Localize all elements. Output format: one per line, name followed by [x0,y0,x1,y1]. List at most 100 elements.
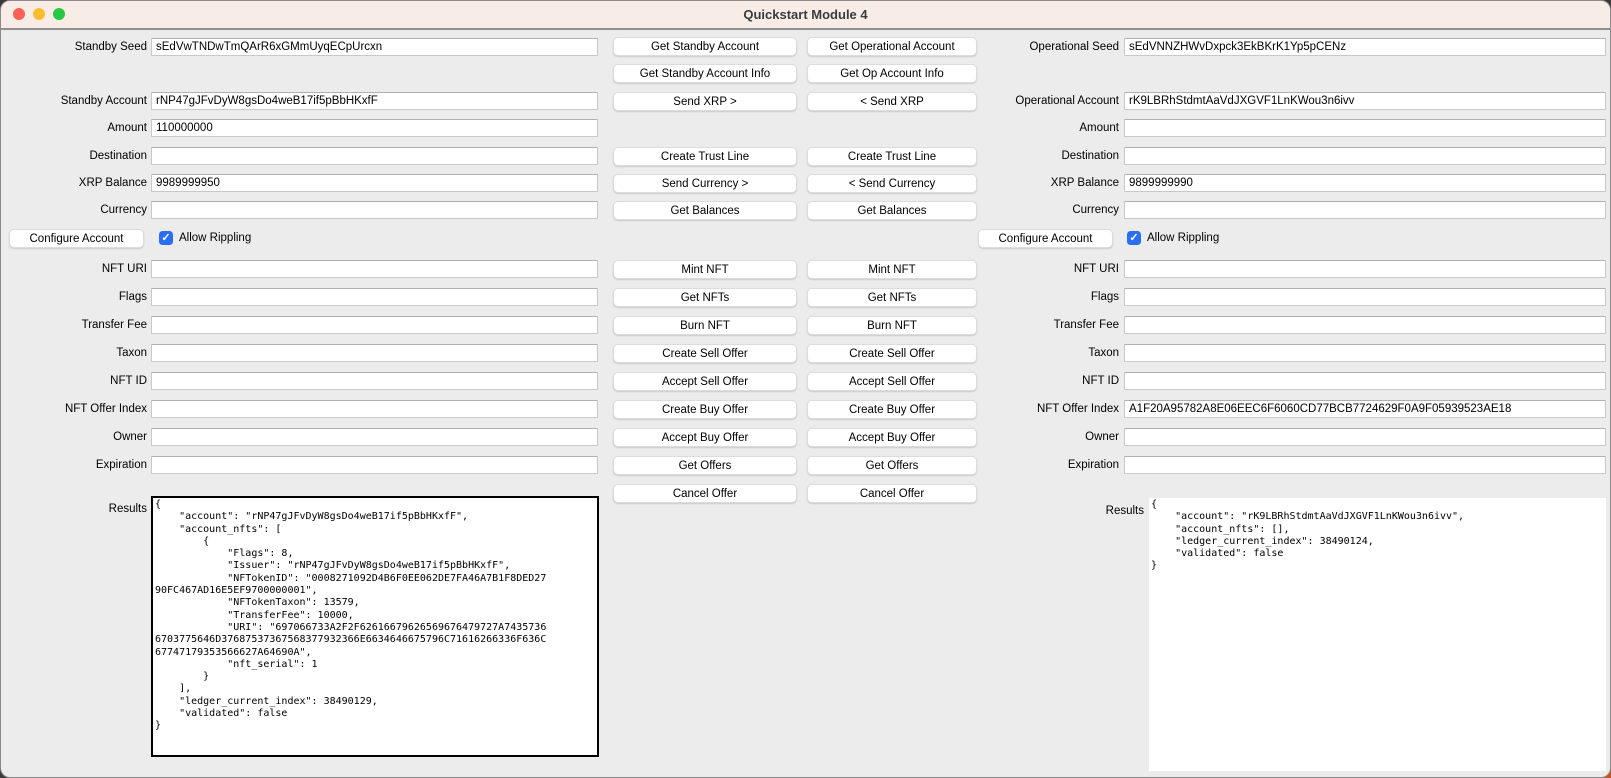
operational-expiration-label: Expiration [967,456,1119,474]
standby-flags-label: Flags [1,288,147,306]
standby-get-nfts-button[interactable]: Get NFTs [613,288,797,307]
standby-allow-rippling-label: Allow Rippling [179,230,251,248]
operational-results-label: Results [996,502,1144,520]
operational-send-currency-button[interactable]: < Send Currency [807,174,977,193]
standby-results-label: Results [1,500,147,518]
standby-transfer-fee-label: Transfer Fee [1,316,147,334]
operational-allow-rippling-label: Allow Rippling [1147,230,1219,248]
standby-owner-label: Owner [1,428,147,446]
standby-expiration-label: Expiration [1,456,147,474]
operational-get-nfts-button[interactable]: Get NFTs [807,288,977,307]
standby-standby-seed-input[interactable] [151,38,598,56]
standby-accept-buy-offer-button[interactable]: Accept Buy Offer [613,428,797,447]
operational-nft-uri-input[interactable] [1124,260,1606,278]
operational-accept-buy-offer-button[interactable]: Accept Buy Offer [807,428,977,447]
standby-nft-uri-input[interactable] [151,260,598,278]
standby-create-trust-line-button[interactable]: Create Trust Line [613,147,797,166]
operational-operational-account-label: Operational Account [967,92,1119,110]
operational-cancel-offer-button[interactable]: Cancel Offer [807,484,977,503]
standby-nft-uri-label: NFT URI [1,260,147,278]
operational-nft-id-label: NFT ID [967,372,1119,390]
operational-nft-offer-index-input[interactable] [1124,400,1606,418]
standby-taxon-label: Taxon [1,344,147,362]
operational-taxon-label: Taxon [967,344,1119,362]
standby-destination-input[interactable] [151,147,598,165]
standby-send-currency-button[interactable]: Send Currency > [613,174,797,193]
standby-burn-nft-button[interactable]: Burn NFT [613,316,797,335]
standby-currency-input[interactable] [151,201,598,219]
standby-flags-input[interactable] [151,288,598,306]
operational-nft-offer-index-label: NFT Offer Index [967,400,1119,418]
standby-destination-label: Destination [1,147,147,165]
operational-get-op-account-info-button[interactable]: Get Op Account Info [807,64,977,83]
operational-mint-nft-button[interactable]: Mint NFT [807,260,977,279]
standby-taxon-input[interactable] [151,344,598,362]
standby-send-xrp-button[interactable]: Send XRP > [613,92,797,111]
operational-currency-input[interactable] [1124,201,1606,219]
screen: Quickstart Module 4 Configure Account ✓ … [0,0,1611,778]
operational-operational-account-input[interactable] [1124,92,1606,110]
operational-nft-uri-label: NFT URI [967,260,1119,278]
standby-create-sell-offer-button[interactable]: Create Sell Offer [613,344,797,363]
standby-standby-account-input[interactable] [151,92,598,110]
standby-currency-label: Currency [1,201,147,219]
standby-results-text[interactable]: { "account": "rNP47gJFvDyW8gsDo4weB17if5… [151,496,599,757]
operational-taxon-input[interactable] [1124,344,1606,362]
operational-transfer-fee-label: Transfer Fee [967,316,1119,334]
checkmark-icon: ✓ [159,231,173,245]
operational-burn-nft-button[interactable]: Burn NFT [807,316,977,335]
operational-owner-input[interactable] [1124,428,1606,446]
operational-xrp-balance-label: XRP Balance [967,174,1119,192]
operational-create-buy-offer-button[interactable]: Create Buy Offer [807,400,977,419]
operational-operational-seed-label: Operational Seed [967,38,1119,56]
operational-transfer-fee-input[interactable] [1124,316,1606,334]
standby-get-standby-account-info-button[interactable]: Get Standby Account Info [613,64,797,83]
standby-standby-account-label: Standby Account [1,92,147,110]
operational-get-offers-button[interactable]: Get Offers [807,456,977,475]
standby-nft-offer-index-input[interactable] [151,400,598,418]
standby-xrp-balance-label: XRP Balance [1,174,147,192]
operational-allow-rippling-checkbox[interactable]: ✓ [1127,231,1141,245]
operational-expiration-input[interactable] [1124,456,1606,474]
operational-results-text[interactable]: { "account": "rK9LBRhStdmtAaVdJXGVF1LnKW… [1149,498,1606,771]
operational-xrp-balance-input[interactable] [1124,174,1606,192]
standby-nft-id-label: NFT ID [1,372,147,390]
quickstart-window: Quickstart Module 4 Configure Account ✓ … [0,0,1611,778]
operational-create-sell-offer-button[interactable]: Create Sell Offer [807,344,977,363]
operational-flags-input[interactable] [1124,288,1606,306]
standby-create-buy-offer-button[interactable]: Create Buy Offer [613,400,797,419]
operational-get-balances-button[interactable]: Get Balances [807,201,977,220]
standby-amount-input[interactable] [151,119,598,137]
operational-accept-sell-offer-button[interactable]: Accept Sell Offer [807,372,977,391]
operational-destination-input[interactable] [1124,147,1606,165]
standby-xrp-balance-input[interactable] [151,174,598,192]
standby-accept-sell-offer-button[interactable]: Accept Sell Offer [613,372,797,391]
operational-send-xrp-button[interactable]: < Send XRP [807,92,977,111]
operational-flags-label: Flags [967,288,1119,306]
standby-configure-account-button[interactable]: Configure Account [9,229,144,248]
operational-currency-label: Currency [967,201,1119,219]
standby-cancel-offer-button[interactable]: Cancel Offer [613,484,797,503]
standby-transfer-fee-input[interactable] [151,316,598,334]
standby-owner-input[interactable] [151,428,598,446]
operational-destination-label: Destination [967,147,1119,165]
standby-amount-label: Amount [1,119,147,137]
operational-get-operational-account-button[interactable]: Get Operational Account [807,37,977,56]
standby-get-standby-account-button[interactable]: Get Standby Account [613,37,797,56]
operational-owner-label: Owner [967,428,1119,446]
window-title: Quickstart Module 4 [1,7,1610,22]
standby-allow-rippling-checkbox[interactable]: ✓ [159,231,173,245]
standby-mint-nft-button[interactable]: Mint NFT [613,260,797,279]
standby-expiration-input[interactable] [151,456,598,474]
standby-nft-offer-index-label: NFT Offer Index [1,400,147,418]
operational-create-trust-line-button[interactable]: Create Trust Line [807,147,977,166]
operational-amount-input[interactable] [1124,119,1606,137]
operational-nft-id-input[interactable] [1124,372,1606,390]
operational-configure-account-button[interactable]: Configure Account [978,229,1113,248]
standby-standby-seed-label: Standby Seed [1,38,147,56]
standby-get-balances-button[interactable]: Get Balances [613,201,797,220]
titlebar[interactable]: Quickstart Module 4 [1,1,1610,30]
standby-get-offers-button[interactable]: Get Offers [613,456,797,475]
standby-nft-id-input[interactable] [151,372,598,390]
operational-operational-seed-input[interactable] [1124,38,1606,56]
